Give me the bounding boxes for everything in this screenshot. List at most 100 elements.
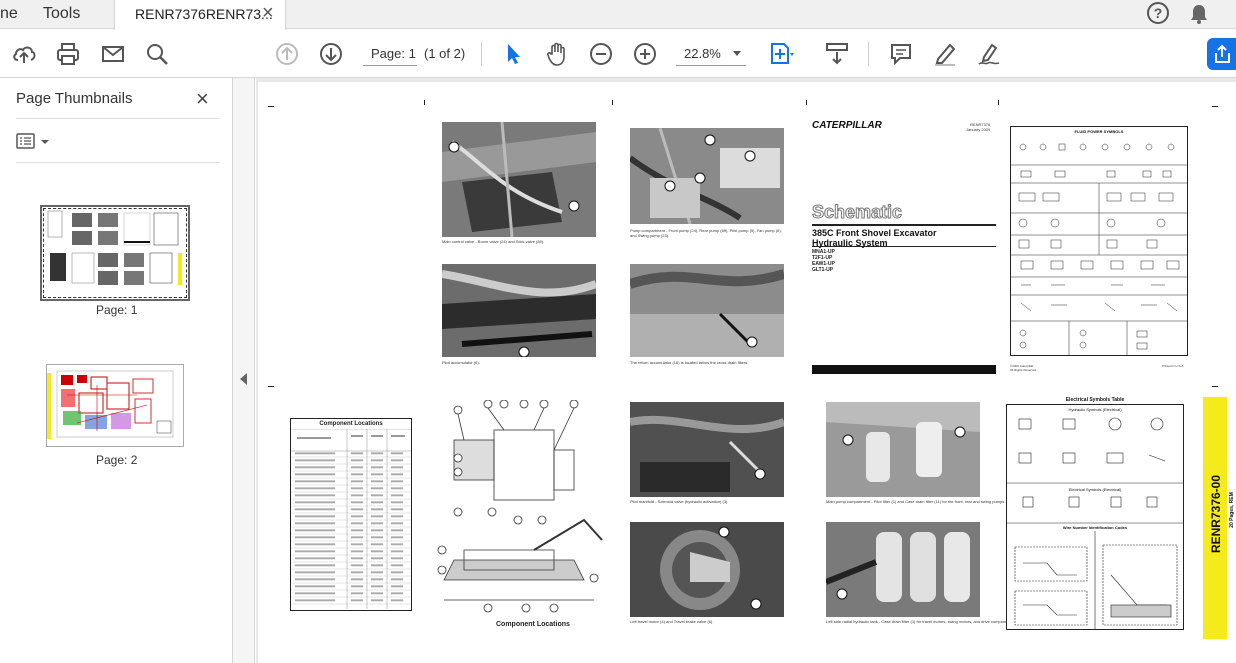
table-cell-text xyxy=(390,480,404,483)
caption: Main control valve - Boom valve (24) and… xyxy=(442,239,545,244)
title-rule xyxy=(812,224,996,226)
table-cell-text xyxy=(390,550,404,553)
caption: Left travel motor (4) and Travel brake v… xyxy=(630,619,714,624)
toolbar: Page: 1 (1 of 2) 22.8% xyxy=(0,30,1236,78)
table-cell-text xyxy=(390,487,404,490)
zoom-out-icon[interactable] xyxy=(588,41,614,67)
caterpillar-logo: CATERPILLAR xyxy=(812,120,882,131)
tab-document-label: RENR7376RENR73... xyxy=(135,6,273,22)
table-row-text xyxy=(294,494,336,497)
table-cell-text xyxy=(390,501,404,504)
side-tab-pages: 20 Pages, REM xyxy=(1229,492,1235,528)
table-row-text xyxy=(294,599,336,602)
table-cell-text xyxy=(390,494,404,497)
table-cell-text xyxy=(370,550,384,553)
table-cell-text xyxy=(390,459,404,462)
table-cell-text xyxy=(350,515,364,518)
page-thumbnail-2-label: Page: 2 xyxy=(96,453,138,467)
model-title: 385C Front Shovel Excavator Hydraulic Sy… xyxy=(812,228,937,248)
crop-mark xyxy=(1212,386,1218,387)
table-cell-text xyxy=(370,473,384,476)
excavator-component-diagram xyxy=(434,400,606,614)
next-page-icon[interactable] xyxy=(318,41,344,67)
share-button[interactable] xyxy=(1207,38,1236,70)
photo-return-accumulator xyxy=(630,264,784,357)
title-rule xyxy=(812,246,996,247)
table-cell-text xyxy=(390,557,404,560)
tab-home[interactable]: ne xyxy=(0,5,18,23)
tab-document[interactable]: RENR7376RENR73... × xyxy=(114,0,286,30)
sign-icon[interactable] xyxy=(976,41,1002,67)
table-row-text xyxy=(294,592,336,595)
search-icon[interactable] xyxy=(144,41,170,67)
photo-main-pump-compartment xyxy=(826,402,980,497)
table-cell-text xyxy=(350,557,364,560)
fit-page-icon[interactable] xyxy=(768,41,794,67)
table-cell-text xyxy=(370,599,384,602)
thumbnail-options-icon[interactable] xyxy=(16,132,52,157)
crop-mark xyxy=(998,100,999,105)
upload-cloud-icon[interactable] xyxy=(11,41,37,67)
collapse-arrow-icon[interactable] xyxy=(240,373,247,385)
crop-mark xyxy=(806,100,807,105)
comment-icon[interactable] xyxy=(888,41,914,67)
table-cell-text xyxy=(390,543,404,546)
zoom-in-icon[interactable] xyxy=(632,41,658,67)
table-cell-text xyxy=(370,494,384,497)
table-cell-text xyxy=(370,557,384,560)
document-page: Main control valve - Boom valve (24) and… xyxy=(258,82,1236,663)
table-cell-text xyxy=(350,599,364,602)
table-cell-text xyxy=(350,529,364,532)
table-cell-text xyxy=(350,480,364,483)
caption: Pilot manifold - Solenoid valve (hydraul… xyxy=(630,499,729,504)
table-cell-text xyxy=(350,494,364,497)
hand-tool-icon[interactable] xyxy=(544,41,570,67)
page-number-input[interactable]: Page: 1 xyxy=(363,42,417,66)
table-row-text xyxy=(294,466,336,469)
side-tab-number: RENR7376-00 xyxy=(1209,474,1223,554)
table-cell-text xyxy=(370,452,384,455)
tab-close-icon[interactable]: × xyxy=(262,2,274,25)
crop-mark xyxy=(612,100,613,105)
panel-collapse-handle[interactable] xyxy=(233,78,255,663)
table-cell-text xyxy=(350,459,364,462)
tab-bar: ne Tools RENR7376RENR73... × ? xyxy=(0,0,1236,30)
document-id: RENR7376 January 2009 xyxy=(966,122,990,132)
print-icon[interactable] xyxy=(55,41,81,67)
fluid-power-symbols-table: FLUID POWER SYMBOLS xyxy=(1010,126,1188,356)
notification-bell-icon[interactable] xyxy=(1188,3,1210,30)
component-table-title: Component Locations xyxy=(319,421,383,427)
table-row-text xyxy=(294,543,336,546)
email-icon[interactable] xyxy=(100,41,126,67)
table-cell-text xyxy=(350,452,364,455)
caption: Left side radial hydraulic tank - Case d… xyxy=(826,619,1014,624)
help-icon[interactable]: ? xyxy=(1147,2,1169,24)
zoom-dropdown-chevron-icon[interactable] xyxy=(733,51,741,56)
caption: Pilot accumulator (6). xyxy=(442,360,480,365)
photo-left-travel-motor xyxy=(630,522,784,617)
crop-mark xyxy=(424,100,425,105)
previous-page-icon[interactable] xyxy=(274,41,300,67)
select-cursor-icon[interactable] xyxy=(500,41,526,67)
model-name: 385C Front Shovel Excavator xyxy=(812,228,937,238)
table-row-text xyxy=(294,452,336,455)
highlight-pen-icon[interactable] xyxy=(932,41,958,67)
table-cell-text xyxy=(370,466,384,469)
table-cell-text xyxy=(370,571,384,574)
scrolling-mode-icon[interactable] xyxy=(824,41,850,67)
page-thumbnail-1[interactable] xyxy=(40,205,190,301)
table-cell-text xyxy=(350,508,364,511)
table-cell-text xyxy=(390,466,404,469)
tab-tools[interactable]: Tools xyxy=(43,5,80,23)
table-cell-text xyxy=(350,571,364,574)
table-row-text xyxy=(294,578,336,581)
panel-close-icon[interactable]: × xyxy=(196,86,209,112)
table-cell-text xyxy=(390,585,404,588)
page-thumbnail-2[interactable] xyxy=(46,364,184,447)
table-row-text xyxy=(294,529,336,532)
table-cell-text xyxy=(390,599,404,602)
copyright: ©2009 Caterpillar All Rights Reserved xyxy=(1010,364,1036,372)
document-view[interactable]: Main control valve - Boom valve (24) and… xyxy=(256,78,1236,663)
photo-main-control-valve xyxy=(442,122,596,237)
table-cell-text xyxy=(370,515,384,518)
